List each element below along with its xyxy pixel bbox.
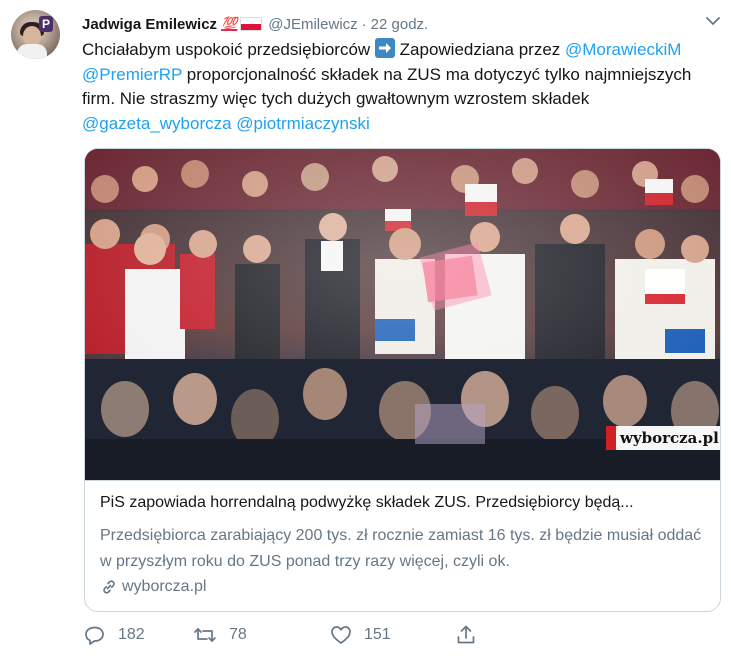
avatar-logo: P: [39, 16, 53, 32]
reply-icon: [85, 626, 104, 645]
card-source-domain: wyborcza.pl: [122, 578, 207, 595]
like-button[interactable]: 151: [330, 624, 391, 646]
card-body[interactable]: PiS zapowiada horrendalną podwyżkę skład…: [85, 480, 720, 611]
separator-dot: ·: [361, 15, 367, 33]
mention-link[interactable]: @piotrmiaczynski: [236, 114, 369, 133]
retweet-icon: [194, 628, 216, 642]
avatar-shirt: [17, 44, 47, 59]
hundred-emoji-icon: 💯: [221, 16, 238, 31]
tweet-text-part: Zapowiedziana przez: [394, 40, 566, 59]
watermark-text: wyborcza.pl: [620, 429, 719, 447]
mention-link[interactable]: @gazeta_wyborcza: [82, 114, 232, 133]
tweet-timestamp[interactable]: 22 godz.: [371, 16, 429, 33]
author-name[interactable]: Jadwiga Emilewicz: [82, 16, 217, 33]
tweet-header: Jadwiga Emilewicz 💯 @JEmilewicz · 22 god…: [82, 13, 428, 35]
photo-watermark: wyborcza.pl: [606, 426, 720, 450]
reply-button[interactable]: 182: [84, 624, 145, 646]
mention-link[interactable]: @PremierRP: [82, 65, 182, 84]
card-image[interactable]: wyborcza.pl: [85, 149, 720, 480]
mention-link[interactable]: @MorawieckiM: [565, 40, 681, 59]
share-button[interactable]: [455, 624, 489, 646]
retweet-button[interactable]: 78: [193, 624, 247, 646]
poland-flag-icon: [240, 17, 263, 31]
link-card[interactable]: wyborcza.pl PiS zapowiada horrendalną po…: [84, 148, 721, 612]
card-description: Przedsiębiorca zarabiający 200 tys. zł r…: [100, 527, 702, 570]
card-title: PiS zapowiada horrendalną podwyżkę skład…: [100, 494, 634, 511]
avatar[interactable]: P: [11, 10, 60, 59]
link-icon: [103, 580, 115, 594]
like-icon: [331, 626, 351, 644]
reply-count: 182: [118, 626, 145, 643]
retweet-count: 78: [229, 626, 247, 643]
author-handle[interactable]: @JEmilewicz: [268, 16, 357, 33]
tweet-text: Chciałabym uspokoić przedsiębiorców Zapo…: [82, 38, 722, 136]
watermark-logo-mark: [606, 426, 616, 450]
tweet-actions: 182 78 151: [84, 624, 504, 654]
like-count: 151: [364, 626, 391, 643]
chevron-down-icon[interactable]: [704, 12, 722, 30]
arrow-right-emoji-icon: [374, 38, 395, 58]
tweet[interactable]: P Jadwiga Emilewicz 💯 @JEmilewicz · 22 g…: [0, 0, 731, 663]
card-source: wyborcza.pl: [100, 578, 206, 596]
share-icon: [457, 625, 475, 644]
tweet-text-part: Chciałabym uspokoić przedsiębiorców: [82, 40, 375, 59]
